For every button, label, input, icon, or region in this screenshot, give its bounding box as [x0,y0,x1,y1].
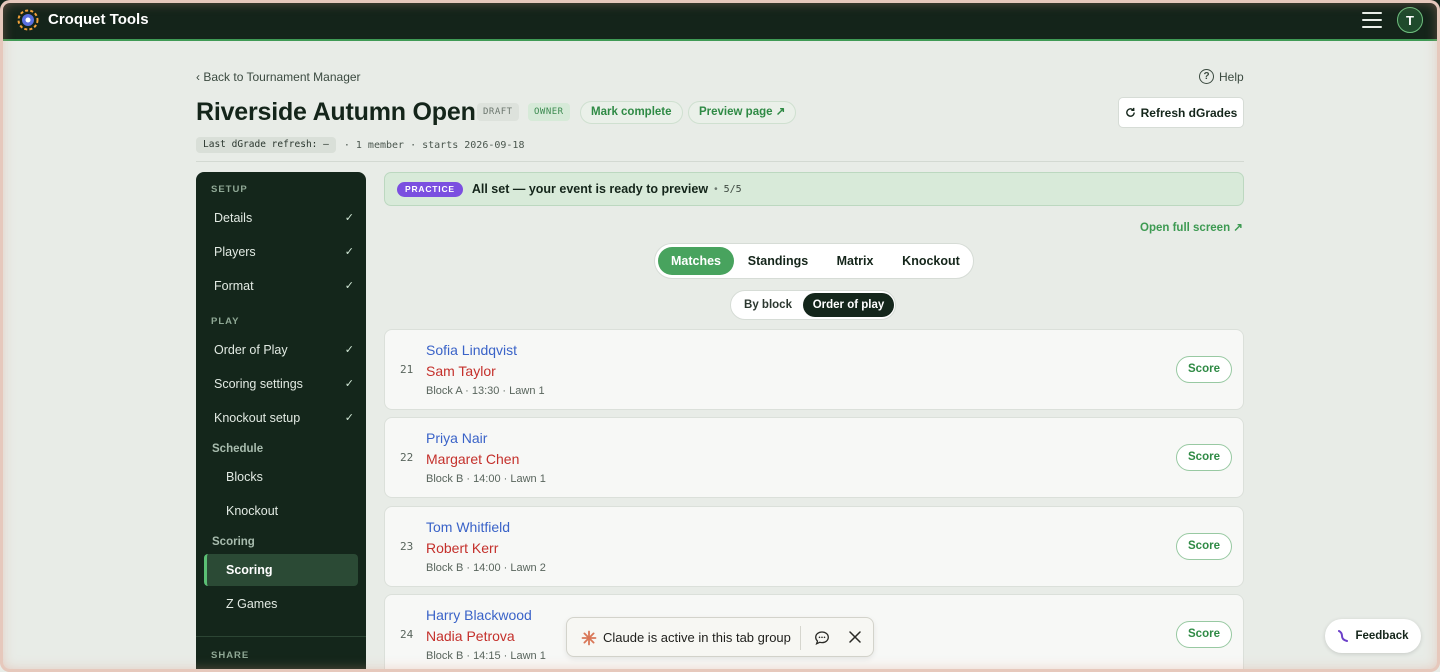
match-row: 22 Priya Nair Margaret Chen Block B · 14… [384,417,1244,498]
claude-active-toast: Claude is active in this tab group [566,617,874,657]
score-button[interactable]: Score [1176,356,1232,383]
order-subtabs: By block Order of play [730,290,896,320]
sidebar-item-scoring[interactable]: Scoring [226,563,273,577]
player-two-link[interactable]: Sam Taylor [426,363,496,379]
refresh-icon [1125,107,1135,117]
player-one-link[interactable]: Priya Nair [426,430,487,446]
sidebar-item-knockout[interactable]: Knockout [226,504,278,518]
view-tabs: Matches Standings Matrix Knockout [654,243,974,279]
sidebar-item-knockout-setup[interactable]: Knockout setup ✓ [214,411,354,425]
banner-text: All set — your event is ready to preview [471,182,709,196]
score-button[interactable]: Score [1176,621,1232,648]
banner-separator: • [714,183,718,195]
player-one-link[interactable]: Harry Blackwood [426,607,532,623]
sidebar-item-format[interactable]: Format ✓ [214,279,354,293]
match-info: Block B · 14:00 · Lawn 2 [426,562,546,574]
sidebar-item-blocks[interactable]: Blocks [226,470,263,484]
sidebar-group-scoring: Scoring [212,536,255,548]
sidebar-item-label: Knockout setup [214,411,301,425]
sidebar-item-label: Format [214,279,254,293]
check-icon: ✓ [344,246,354,258]
feedback-icon [1338,630,1349,642]
tab-standings[interactable]: Standings [739,247,817,275]
event-meta: · 1 member · starts 2026-09-18 [343,139,525,151]
check-icon: ✓ [344,344,354,356]
sidebar-heading-play: PLAY [211,316,240,327]
feedback-label: Feedback [1355,630,1409,642]
refresh-dgrades-button[interactable]: Refresh dGrades [1118,97,1244,128]
player-two-link[interactable]: Nadia Petrova [426,628,515,644]
last-refresh-chip: Last dGrade refresh: — [196,137,336,153]
gear-logo-icon[interactable] [17,9,39,31]
divider [196,161,1244,162]
toast-text: Claude is active in this tab group [603,630,791,645]
player-two-link[interactable]: Robert Kerr [426,540,498,556]
avatar[interactable]: T [1397,7,1423,33]
help-link[interactable]: ? Help [1199,69,1244,84]
sidebar-item-label: Details [214,211,253,225]
sidebar-heading-share: SHARE [211,650,250,661]
sidebar-item-label: Order of Play [214,343,288,357]
match-number: 22 [400,451,414,464]
player-one-link[interactable]: Tom Whitfield [426,519,510,535]
match-number: 21 [400,363,414,376]
player-two-link[interactable]: Margaret Chen [426,451,519,467]
tab-knockout[interactable]: Knockout [893,247,969,275]
help-icon: ? [1199,69,1214,84]
score-button[interactable]: Score [1176,533,1232,560]
check-icon: ✓ [344,412,354,424]
back-link-label: Back to Tournament Manager [203,70,361,84]
chat-icon[interactable] [814,630,830,646]
feedback-button[interactable]: Feedback [1325,619,1421,653]
toast-divider [800,626,801,650]
match-row: 23 Tom Whitfield Robert Kerr Block B · 1… [384,506,1244,587]
close-icon[interactable] [848,630,862,644]
sidebar-item-order-of-play[interactable]: Order of Play ✓ [214,343,354,357]
match-row: 21 Sofia Lindqvist Sam Taylor Block A · … [384,329,1244,410]
check-icon: ✓ [344,212,354,224]
check-icon: ✓ [344,378,354,390]
sidebar-item-label: Players [214,245,256,259]
owner-badge: OWNER [528,103,570,121]
sidebar-item-z-games[interactable]: Z Games [226,597,277,611]
claude-spark-icon [581,630,597,646]
app-title[interactable]: Croquet Tools [48,11,149,28]
hamburger-menu-icon[interactable] [1362,12,1382,28]
mark-complete-button[interactable]: Mark complete [580,101,683,124]
check-icon: ✓ [344,280,354,292]
sidebar-group-schedule: Schedule [212,443,264,455]
practice-badge: PRACTICE [397,181,463,197]
match-info: Block B · 14:15 · Lawn 1 [426,650,546,662]
match-info: Block A · 13:30 · Lawn 1 [426,385,545,397]
sidebar-item-players[interactable]: Players ✓ [214,245,354,259]
page-title: Riverside Autumn Open [196,98,476,126]
sidebar-item-label: Scoring settings [214,377,303,391]
back-link[interactable]: ‹ Back to Tournament Manager [196,70,361,84]
sidebar-item-scoring-settings[interactable]: Scoring settings ✓ [214,377,354,391]
meta-row: Last dGrade refresh: — · 1 member · star… [196,137,524,153]
subtab-order-of-play[interactable]: Order of play [803,293,894,317]
preview-page-button[interactable]: Preview page ↗ [688,101,797,124]
refresh-label: Refresh dGrades [1140,105,1238,120]
draft-badge: DRAFT [477,103,519,121]
banner-count: 5/5 [723,183,742,195]
tab-matrix[interactable]: Matrix [822,247,888,275]
top-bar: Croquet Tools T [0,0,1440,41]
sidebar: SETUP Details ✓ Players ✓ Format ✓ PLAY … [196,172,366,672]
open-full-screen-link[interactable]: Open full screen ↗ [1140,220,1243,234]
sidebar-heading-setup: SETUP [211,184,248,195]
subtab-by-block[interactable]: By block [734,293,802,317]
status-banner: PRACTICE All set — your event is ready t… [384,172,1244,206]
tab-matches[interactable]: Matches [658,247,734,275]
match-info: Block B · 14:00 · Lawn 1 [426,473,546,485]
score-button[interactable]: Score [1176,444,1232,471]
player-one-link[interactable]: Sofia Lindqvist [426,342,517,358]
match-number: 24 [400,628,414,641]
help-label: Help [1219,69,1244,84]
match-number: 23 [400,540,414,553]
sidebar-item-details[interactable]: Details ✓ [214,211,354,225]
sidebar-divider [196,636,366,637]
